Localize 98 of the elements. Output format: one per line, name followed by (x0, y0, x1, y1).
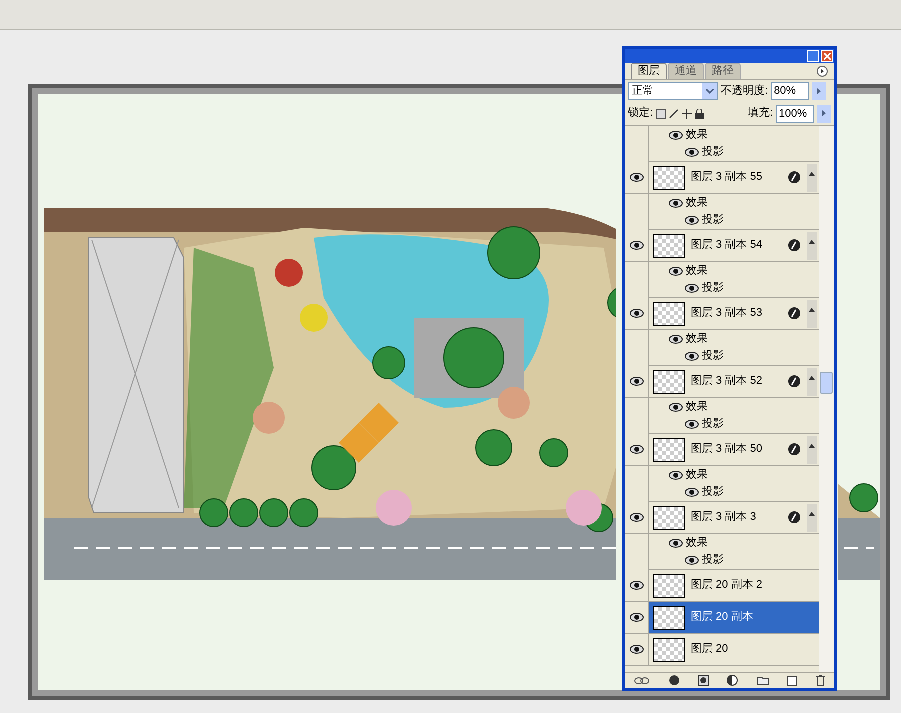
close-icon (824, 52, 830, 60)
layer-thumbnail (653, 234, 685, 258)
close-button[interactable] (821, 50, 833, 62)
layer-name: 图层 20 (691, 642, 730, 658)
effects-label: 效果 (686, 128, 708, 143)
layer-name: 图层 3 副本 54 (691, 238, 764, 254)
eye-icon[interactable] (685, 216, 699, 225)
eye-icon[interactable] (669, 538, 683, 548)
eye-icon[interactable] (669, 334, 683, 344)
layer-name: 图层 3 副本 52 (691, 374, 764, 390)
lock-label: 锁定: (628, 106, 654, 122)
effect-name: 投影 (702, 417, 724, 432)
layer-thumbnail (653, 638, 685, 662)
effects-label: 效果 (686, 332, 708, 347)
eye-icon[interactable] (685, 148, 699, 157)
layer-row[interactable]: 图层 20 副本 (649, 602, 819, 633)
layer-row[interactable]: 图层 3 副本 53 (649, 298, 819, 329)
effect-name: 投影 (702, 349, 724, 364)
panel-tab[interactable]: 路径 (705, 63, 741, 79)
eye-icon[interactable] (669, 130, 683, 140)
move-icon[interactable] (682, 108, 692, 118)
eye-icon[interactable] (685, 284, 699, 293)
eye-icon[interactable] (630, 241, 644, 250)
eye-icon[interactable] (630, 309, 644, 318)
fill-label: 填充: (748, 106, 773, 122)
layer-row[interactable]: 图层 20 (649, 634, 819, 665)
new-layer-icon[interactable] (787, 676, 798, 686)
eye-icon[interactable] (669, 402, 683, 412)
panel-tab[interactable]: 图层 (631, 63, 667, 79)
effects-label: 效果 (686, 468, 708, 483)
expand-arrow-icon[interactable] (809, 444, 815, 448)
effect-name: 投影 (702, 145, 724, 160)
layer-thumbnail (653, 438, 685, 462)
chevron-down-icon (706, 88, 714, 94)
eye-icon[interactable] (685, 556, 699, 565)
eye-icon[interactable] (669, 470, 683, 480)
layer-row[interactable]: 图层 3 副本 3 (649, 502, 819, 533)
blend-mode-dropdown[interactable]: 正常 (628, 82, 718, 100)
expand-arrow-icon[interactable] (809, 172, 815, 176)
layer-name: 图层 20 副本 (691, 610, 754, 626)
layer-row[interactable]: 图层 3 副本 50 (649, 434, 819, 465)
expand-arrow-icon[interactable] (809, 376, 815, 380)
eye-icon[interactable] (630, 173, 644, 182)
panel-menu-icon[interactable] (817, 66, 828, 77)
minimize-button[interactable] (807, 50, 819, 62)
layer-thumbnail (653, 302, 685, 326)
opacity-label: 不透明度: (721, 84, 768, 99)
layer-name: 图层 3 副本 55 (691, 170, 764, 186)
scrollbar[interactable] (819, 126, 834, 672)
effects-label: 效果 (686, 196, 708, 211)
opacity-field[interactable]: 80% (771, 82, 810, 100)
adjustment-icon[interactable] (727, 675, 738, 686)
layer-name: 图层 3 副本 3 (691, 510, 758, 526)
play-icon (822, 110, 826, 117)
expand-arrow-icon[interactable] (809, 240, 815, 244)
layer-thumbnail (653, 606, 685, 630)
effect-name: 投影 (702, 553, 724, 568)
eye-icon[interactable] (669, 198, 683, 208)
eye-icon[interactable] (630, 445, 644, 454)
layer-row[interactable]: 图层 20 副本 2 (649, 570, 819, 601)
expand-arrow-icon[interactable] (809, 308, 815, 312)
effect-name: 投影 (702, 281, 724, 296)
eye-icon[interactable] (685, 352, 699, 361)
effect-name: 投影 (702, 485, 724, 500)
eye-icon[interactable] (630, 377, 644, 386)
effects-label: 效果 (686, 400, 708, 415)
expand-arrow-icon[interactable] (809, 512, 815, 516)
layer-thumbnail (653, 166, 685, 190)
lock-icon[interactable] (695, 108, 704, 118)
mask-icon[interactable] (698, 675, 710, 686)
eye-icon[interactable] (669, 266, 683, 276)
trash-icon[interactable] (816, 675, 825, 686)
panel-tab[interactable]: 通道 (668, 63, 704, 79)
link-icon[interactable] (634, 676, 650, 684)
folder-icon[interactable] (756, 676, 769, 685)
opacity-arrow-button[interactable] (812, 82, 826, 100)
effect-name: 投影 (702, 213, 724, 228)
layer-thumbnail (653, 574, 685, 598)
lock-transparency-icon[interactable] (656, 108, 666, 118)
eye-icon[interactable] (630, 581, 644, 590)
layer-thumbnail (653, 370, 685, 394)
fill-field[interactable]: 100% (776, 104, 814, 122)
eye-icon[interactable] (630, 513, 644, 522)
eye-icon[interactable] (685, 420, 699, 429)
layer-row[interactable]: 图层 3 副本 52 (649, 366, 819, 397)
layer-row[interactable]: 图层 3 副本 54 (649, 230, 819, 261)
layer-name: 图层 3 副本 50 (691, 442, 764, 458)
eye-icon[interactable] (630, 613, 644, 622)
layer-name: 图层 20 副本 2 (691, 578, 764, 594)
layer-thumbnail (653, 506, 685, 530)
effects-label: 效果 (686, 536, 708, 551)
play-icon (817, 88, 822, 94)
fill-arrow-button[interactable] (817, 104, 831, 122)
eye-icon[interactable] (630, 645, 644, 654)
effects-label: 效果 (686, 264, 708, 279)
layer-row[interactable]: 图层 3 副本 55 (649, 162, 819, 193)
layer-name: 图层 3 副本 53 (691, 306, 764, 322)
eye-icon[interactable] (685, 488, 699, 497)
